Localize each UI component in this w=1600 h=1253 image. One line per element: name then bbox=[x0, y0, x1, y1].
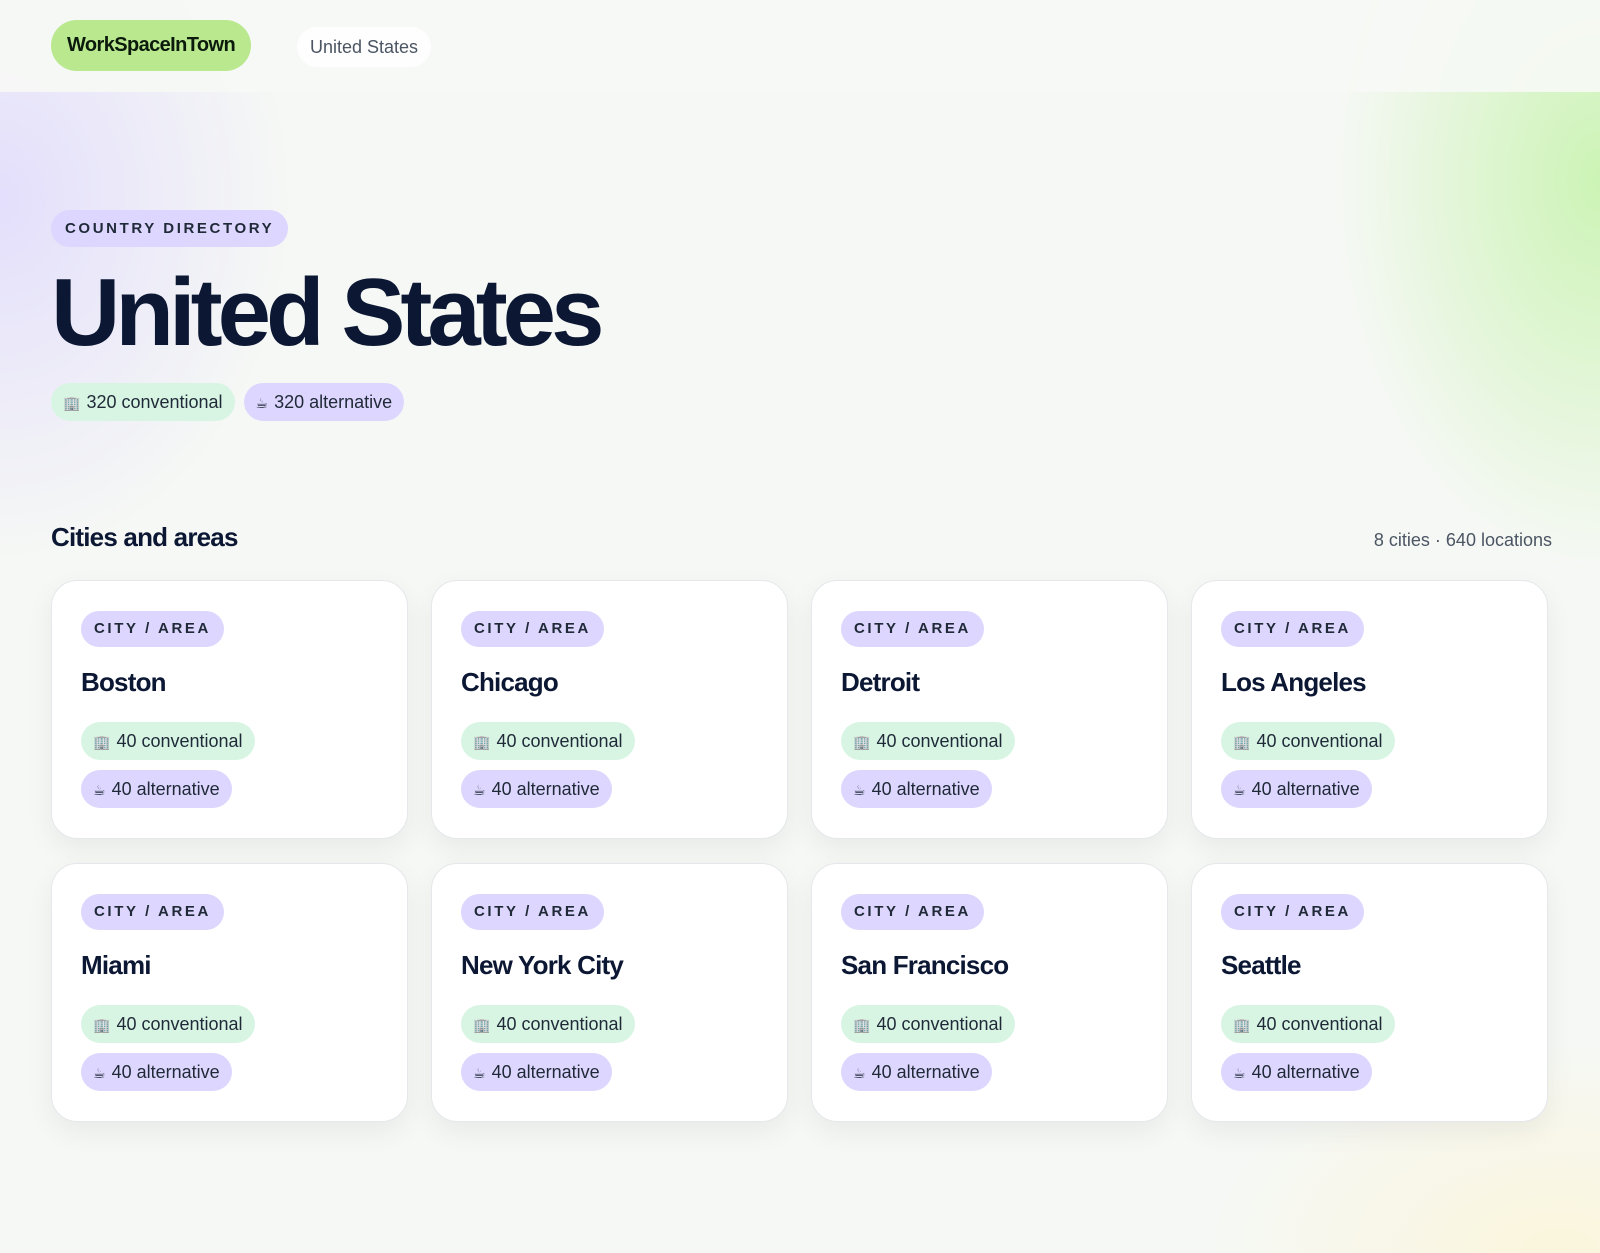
office-building-icon: 🏢 bbox=[1233, 734, 1251, 750]
coffee-cup-icon: ☕ bbox=[1233, 782, 1246, 798]
coffee-cup-icon: ☕ bbox=[473, 782, 486, 798]
breadcrumb-country[interactable]: United States bbox=[297, 27, 432, 67]
city-area-tag: CITY / AREA bbox=[461, 894, 604, 930]
hero-alternative-label: 320 alternative bbox=[274, 392, 393, 412]
section-count: 8 cities · 640 locations bbox=[1373, 530, 1552, 550]
alternative-count: 40 alternative bbox=[871, 779, 980, 799]
city-card-seattle[interactable]: CITY / AREA Seattle 🏢 40 conventional ☕ 40… bbox=[1191, 863, 1548, 1122]
city-card-boston[interactable]: CITY / AREA Boston 🏢 40 conventional ☕ 40 … bbox=[51, 580, 408, 839]
conventional-badge: 🏢 40 conventional bbox=[1221, 722, 1395, 760]
alternative-badge: ☕ 40 alternative bbox=[841, 770, 992, 808]
coffee-cup-icon: ☕ bbox=[473, 1065, 486, 1081]
alternative-badge: ☕ 40 alternative bbox=[1221, 1053, 1372, 1091]
alternative-count: 40 alternative bbox=[491, 779, 600, 799]
conventional-count: 40 conventional bbox=[496, 731, 623, 751]
office-building-icon: 🏢 bbox=[853, 734, 871, 750]
office-building-icon: 🏢 bbox=[93, 734, 111, 750]
city-card-chicago[interactable]: CITY / AREA Chicago 🏢 40 conventional ☕ 40… bbox=[431, 580, 788, 839]
city-area-tag: CITY / AREA bbox=[841, 611, 984, 647]
city-card-miami[interactable]: CITY / AREA Miami 🏢 40 conventional ☕ 40 a… bbox=[51, 863, 408, 1122]
conventional-badge: 🏢 40 conventional bbox=[81, 722, 255, 760]
alternative-count: 40 alternative bbox=[111, 1062, 220, 1082]
conventional-badge: 🏢 40 conventional bbox=[461, 722, 635, 760]
alternative-count: 40 alternative bbox=[1251, 1062, 1360, 1082]
office-building-icon: 🏢 bbox=[93, 1017, 111, 1033]
logo-link[interactable]: WorkSpaceInTown bbox=[51, 20, 252, 71]
conventional-count: 40 conventional bbox=[876, 1014, 1003, 1034]
city-card-san-francisco[interactable]: CITY / AREA San Francisco 🏢 40 convention… bbox=[811, 863, 1168, 1122]
conventional-badge: 🏢 40 conventional bbox=[841, 722, 1015, 760]
office-building-icon: 🏢 bbox=[1233, 1017, 1251, 1033]
city-name: Detroit bbox=[841, 667, 920, 697]
city-area-tag: CITY / AREA bbox=[841, 894, 984, 930]
city-area-tag: CITY / AREA bbox=[81, 611, 224, 647]
coffee-cup-icon: ☕ bbox=[853, 782, 866, 798]
page-title: United States bbox=[51, 259, 604, 366]
conventional-count: 40 conventional bbox=[496, 1014, 623, 1034]
alternative-count: 40 alternative bbox=[1251, 779, 1360, 799]
city-area-tag: CITY / AREA bbox=[1221, 894, 1364, 930]
city-name: Chicago bbox=[461, 667, 559, 697]
conventional-count: 40 conventional bbox=[1256, 731, 1383, 751]
hero-eyebrow-badge: COUNTRY DIRECTORY bbox=[51, 210, 289, 247]
alternative-badge: ☕ 40 alternative bbox=[461, 770, 612, 808]
office-building-icon: 🏢 bbox=[473, 734, 491, 750]
top-bar: WorkSpaceInTown United States bbox=[0, 0, 1600, 92]
city-area-tag: CITY / AREA bbox=[461, 611, 604, 647]
alternative-badge: ☕ 40 alternative bbox=[1221, 770, 1372, 808]
conventional-count: 40 conventional bbox=[116, 731, 243, 751]
city-card-detroit[interactable]: CITY / AREA Detroit 🏢 40 conventional ☕ 40… bbox=[811, 580, 1168, 839]
city-area-tag: CITY / AREA bbox=[1221, 611, 1364, 647]
office-building-icon: 🏢 bbox=[63, 395, 81, 411]
conventional-badge: 🏢 40 conventional bbox=[81, 1005, 255, 1043]
alternative-count: 40 alternative bbox=[491, 1062, 600, 1082]
conventional-count: 40 conventional bbox=[876, 731, 1003, 751]
alternative-badge: ☕ 40 alternative bbox=[841, 1053, 992, 1091]
coffee-cup-icon: ☕ bbox=[853, 1065, 866, 1081]
hero-alternative-badge: ☕ 320 alternative bbox=[243, 383, 405, 421]
coffee-cup-icon: ☕ bbox=[1233, 1065, 1246, 1081]
city-name: San Francisco bbox=[841, 950, 1009, 980]
coffee-cup-icon: ☕ bbox=[93, 782, 106, 798]
conventional-count: 40 conventional bbox=[1256, 1014, 1383, 1034]
city-name: Los Angeles bbox=[1221, 667, 1367, 697]
alternative-count: 40 alternative bbox=[871, 1062, 980, 1082]
conventional-count: 40 conventional bbox=[116, 1014, 243, 1034]
coffee-cup-icon: ☕ bbox=[255, 395, 269, 411]
city-grid: CITY / AREA Boston 🏢 40 conventional ☕ 40 … bbox=[51, 580, 1551, 1122]
hero-conventional-label: 320 conventional bbox=[86, 392, 223, 412]
alternative-badge: ☕ 40 alternative bbox=[81, 1053, 232, 1091]
city-card-new-york-city[interactable]: CITY / AREA New York City 🏢 40 convention… bbox=[431, 863, 788, 1122]
conventional-badge: 🏢 40 conventional bbox=[841, 1005, 1015, 1043]
hero-stats: 🏢 320 conventional ☕ 320 alternative bbox=[51, 383, 405, 421]
coffee-cup-icon: ☕ bbox=[93, 1065, 106, 1081]
city-name: Boston bbox=[81, 667, 167, 697]
city-card-los-angeles[interactable]: CITY / AREA Los Angeles 🏢 40 conventional… bbox=[1191, 580, 1548, 839]
alternative-badge: ☕ 40 alternative bbox=[461, 1053, 612, 1091]
conventional-badge: 🏢 40 conventional bbox=[461, 1005, 635, 1043]
office-building-icon: 🏢 bbox=[473, 1017, 491, 1033]
alternative-count: 40 alternative bbox=[111, 779, 220, 799]
city-name: Miami bbox=[81, 950, 151, 980]
office-building-icon: 🏢 bbox=[853, 1017, 871, 1033]
conventional-badge: 🏢 40 conventional bbox=[1221, 1005, 1395, 1043]
city-name: Seattle bbox=[1221, 950, 1301, 980]
city-area-tag: CITY / AREA bbox=[81, 894, 224, 930]
alternative-badge: ☕ 40 alternative bbox=[81, 770, 232, 808]
section-title: Cities and areas bbox=[51, 522, 238, 552]
hero-conventional-badge: 🏢 320 conventional bbox=[51, 383, 235, 421]
city-name: New York City bbox=[461, 950, 624, 980]
